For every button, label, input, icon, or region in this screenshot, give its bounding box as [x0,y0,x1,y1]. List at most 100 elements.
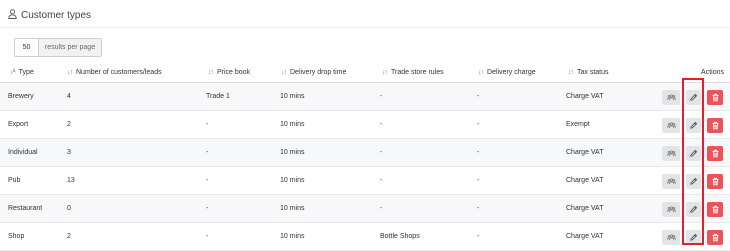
delete-button[interactable] [707,90,723,105]
users-icon [666,94,676,101]
table-row: Pub 13 - 10 mins - - Charge VAT [0,167,730,195]
view-users-button[interactable] [662,118,680,133]
trash-icon [712,121,718,130]
trash-icon [712,233,718,242]
view-users-button[interactable] [662,202,680,217]
view-users-button[interactable] [662,230,680,245]
view-users-button[interactable] [662,174,680,189]
cell-tax-status: Charge VAT [566,205,604,212]
users-icon [666,122,676,129]
cell-type: Individual [8,149,38,156]
view-users-button[interactable] [662,90,680,105]
cell-price-book: - [206,177,209,184]
cell-count: 3 [67,149,71,156]
trash-icon [712,93,718,102]
column-header-delivery-charge[interactable]: ↓↑ Delivery charge [478,62,536,82]
sort-icon: ↓↑ [208,68,214,76]
cell-type: Shop [8,233,25,240]
header-divider [0,27,730,28]
cell-count: 0 [67,205,71,212]
column-header-type[interactable]: ↓ᴬ Type [10,62,34,82]
sort-icon: ↓↑ [281,68,287,76]
cell-price-book: - [206,233,209,240]
cell-type: Restaurant [8,205,43,212]
delete-button[interactable] [707,230,723,245]
column-label: Number of customers/leads [76,68,162,76]
cell-price-book: - [206,121,209,128]
column-label: Delivery charge [487,68,536,76]
table-row: Export 2 - 10 mins - - Exempt [0,111,730,139]
cell-trade-rules: Bottle Shops [380,233,420,240]
cell-drop-time: 10 mins [280,205,305,212]
sort-icon: ↓↑ [478,68,484,76]
results-per-page-input[interactable]: 50 [15,39,39,56]
cell-trade-rules: - [380,177,383,184]
cell-type: Export [8,121,29,128]
sort-icon: ↓↑ [67,68,73,76]
results-per-page-control: 50 results per page [14,38,102,57]
column-header-count[interactable]: ↓↑ Number of customers/leads [67,62,162,82]
cell-delivery-charge: - [477,121,480,128]
column-label: Trade store rules [391,68,444,76]
cell-drop-time: 10 mins [280,177,305,184]
cell-delivery-charge: - [477,149,480,156]
user-icon [8,9,17,21]
page-title: Customer types [21,9,92,21]
cell-trade-rules: - [380,149,383,156]
column-header-price-book[interactable]: ↓↑ Price book [208,62,250,82]
users-icon [666,150,676,157]
cell-delivery-charge: - [477,233,480,240]
table-row: Individual 3 - 10 mins - - Charge VAT [0,139,730,167]
cell-tax-status: Charge VAT [566,233,604,240]
column-header-actions: Actions [701,68,724,76]
cell-drop-time: 10 mins [280,233,305,240]
users-icon [666,234,676,241]
column-header-trade-rules[interactable]: ↓↑ Trade store rules [382,62,444,82]
table-row: Shop 2 - 10 mins Bottle Shops - Charge V… [0,223,730,251]
users-icon [666,206,676,213]
cell-trade-rules: - [380,121,383,128]
cell-trade-rules: - [380,93,383,100]
column-label: Delivery drop time [290,68,347,76]
delete-button[interactable] [707,146,723,161]
cell-count: 2 [67,233,71,240]
column-header-tax-status[interactable]: ↓↑ Tax status [568,62,609,82]
cell-count: 4 [67,93,71,100]
sort-icon: ↓↑ [382,68,388,76]
cell-price-book: Trade 1 [206,93,230,100]
cell-type: Pub [8,177,21,184]
sort-icon: ↓↑ [568,68,574,76]
cell-tax-status: Exempt [566,121,590,128]
delete-button[interactable] [707,174,723,189]
trash-icon [712,205,718,214]
trash-icon [712,149,718,158]
trash-icon [712,177,718,186]
results-per-page-label: results per page [39,39,101,56]
cell-delivery-charge: - [477,93,480,100]
users-icon [666,178,676,185]
cell-price-book: - [206,205,209,212]
cell-delivery-charge: - [477,205,480,212]
column-header-drop-time[interactable]: ↓↑ Delivery drop time [281,62,346,82]
table-row: Restaurant 0 - 10 mins - - Charge VAT [0,195,730,223]
cell-drop-time: 10 mins [280,149,305,156]
column-label: Type [18,68,34,76]
delete-button[interactable] [707,202,723,217]
cell-drop-time: 10 mins [280,121,305,128]
cell-drop-time: 10 mins [280,93,305,100]
cell-price-book: - [206,149,209,156]
delete-button[interactable] [707,118,723,133]
column-label: Price book [217,68,251,76]
view-users-button[interactable] [662,146,680,161]
cell-tax-status: Charge VAT [566,93,604,100]
cell-type: Brewery [8,93,34,100]
cell-delivery-charge: - [477,177,480,184]
table-row: Brewery 4 Trade 1 10 mins - - Charge VAT [0,83,730,111]
cell-count: 13 [67,177,75,184]
edit-column-highlight [682,78,704,245]
page-header: Customer types [8,8,91,22]
column-label: Tax status [577,68,609,76]
sort-ascending-icon: ↓ᴬ [10,68,16,76]
cell-tax-status: Charge VAT [566,177,604,184]
cell-trade-rules: - [380,205,383,212]
